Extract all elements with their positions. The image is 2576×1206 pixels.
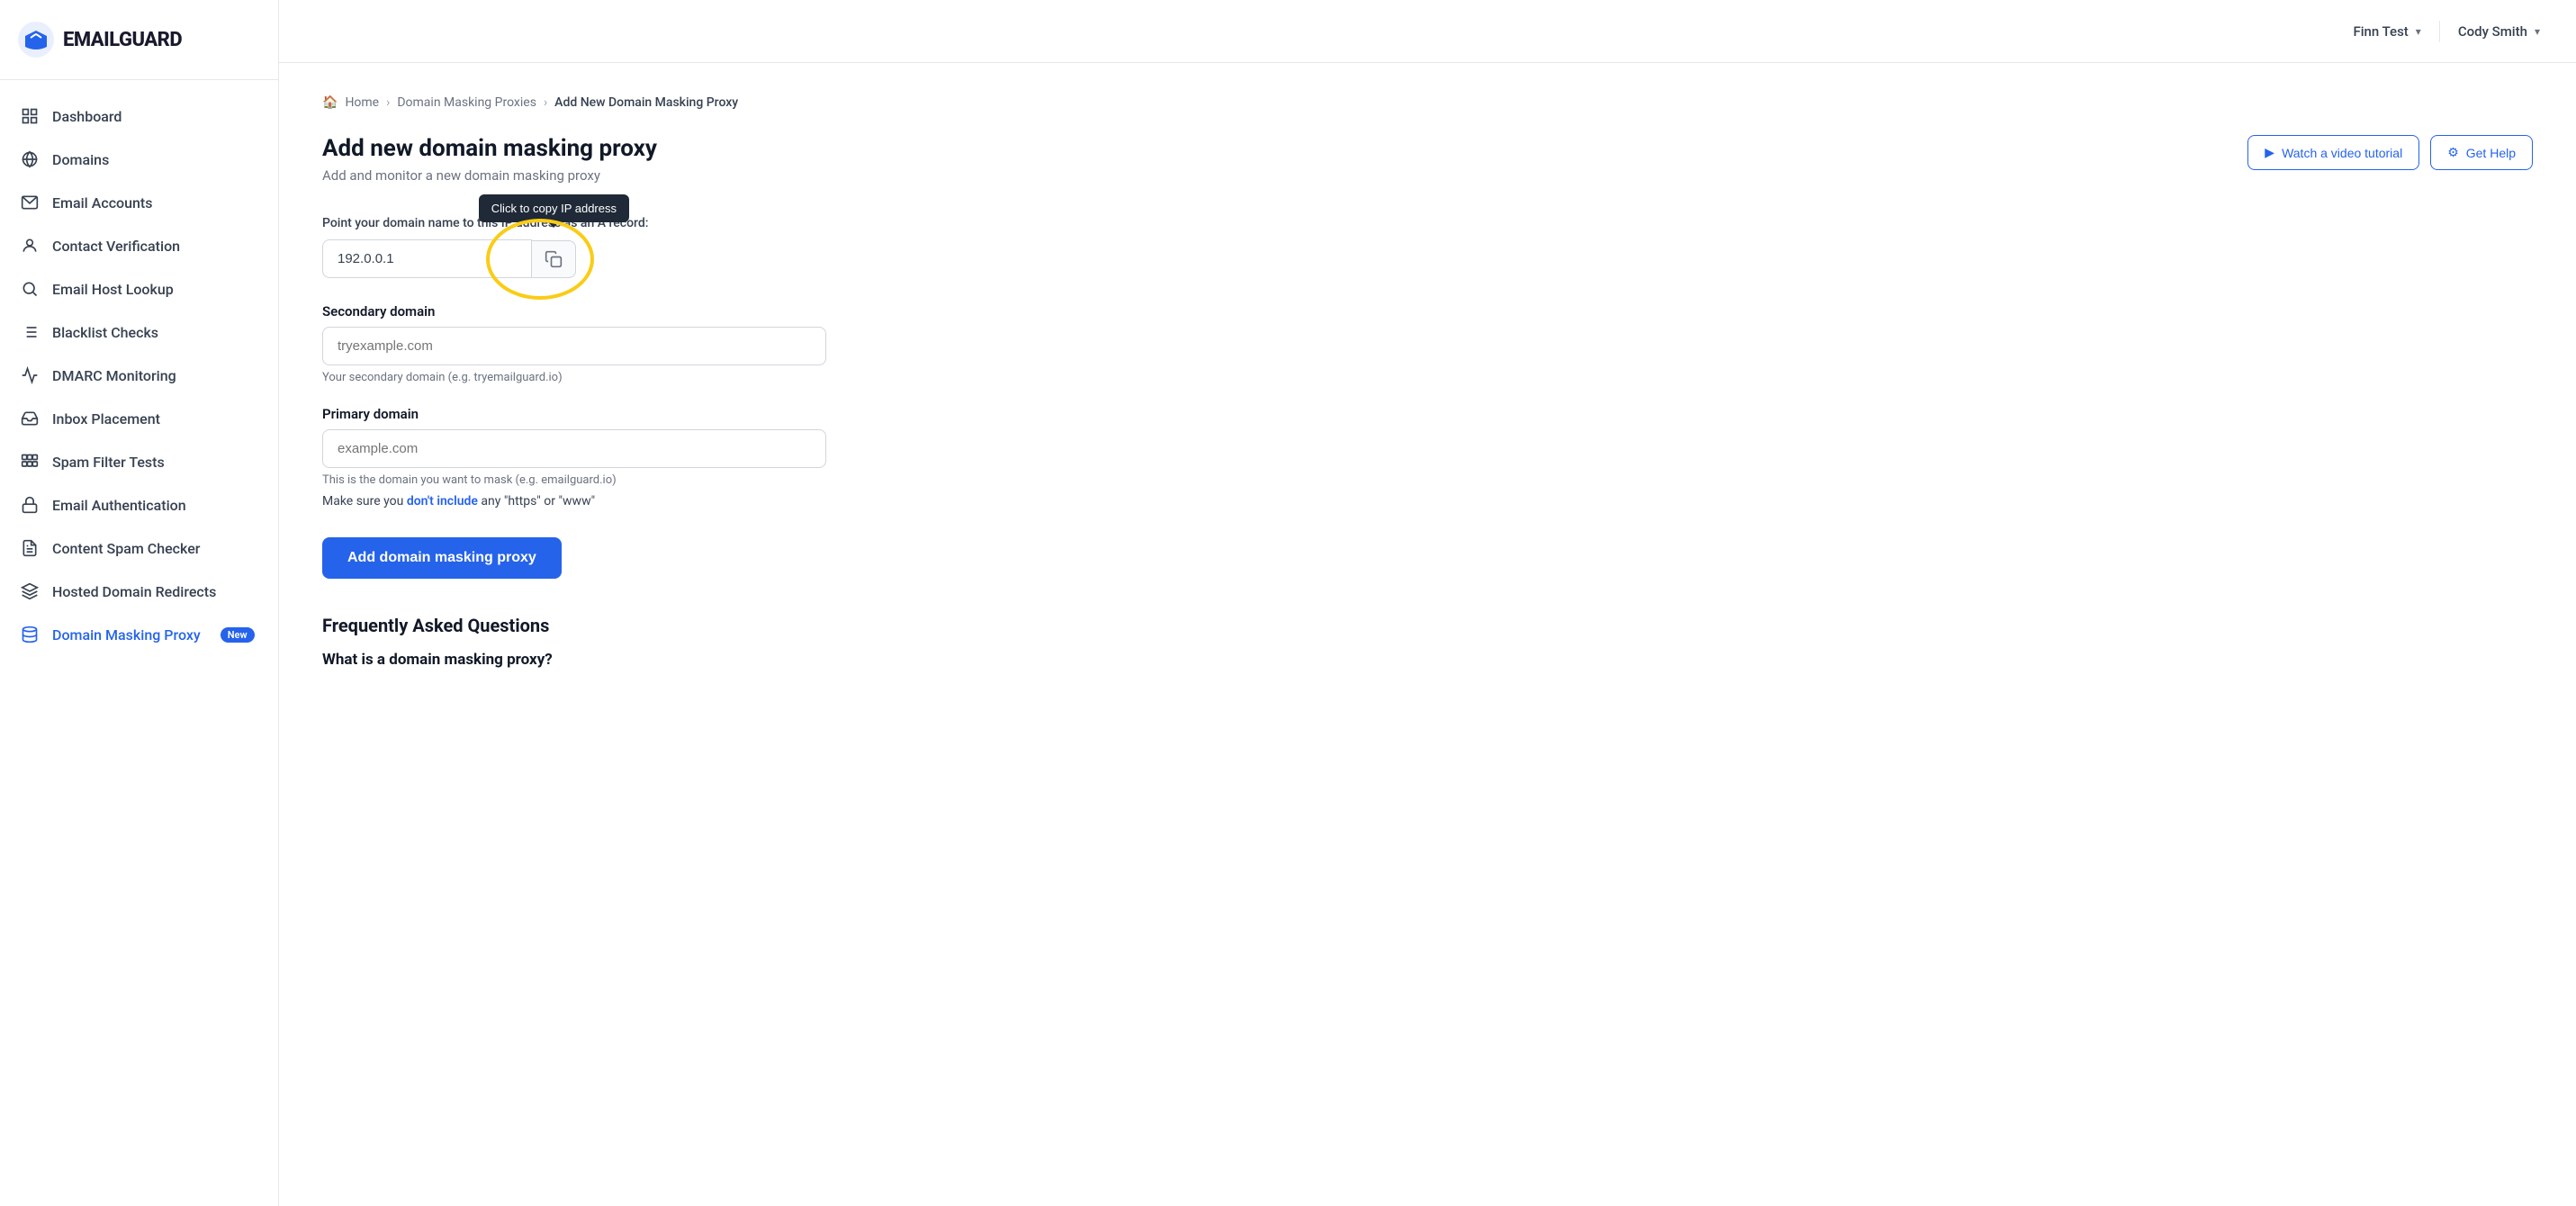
- sidebar-item-label: Contact Verification: [52, 238, 180, 255]
- file-icon: [20, 538, 40, 558]
- get-help-label: Get Help: [2466, 146, 2516, 160]
- breadcrumb-current: Add New Domain Masking Proxy: [554, 95, 738, 110]
- copy-ip-button[interactable]: Click to copy IP address: [532, 240, 576, 278]
- sidebar-item-label: DMARC Monitoring: [52, 367, 176, 384]
- sidebar-item-email-host-lookup[interactable]: Email Host Lookup: [0, 267, 278, 310]
- sidebar-item-dashboard[interactable]: Dashboard: [0, 94, 278, 138]
- primary-domain-input[interactable]: [322, 429, 826, 468]
- secondary-domain-label: Secondary domain: [322, 303, 952, 320]
- sidebar-item-label: Hosted Domain Redirects: [52, 583, 216, 600]
- sidebar-item-label: Email Accounts: [52, 194, 153, 212]
- breadcrumb-sep1: ›: [386, 95, 390, 110]
- home-icon: 🏠: [322, 95, 338, 110]
- sidebar-nav: Dashboard Domains Email Accounts Contact…: [0, 80, 278, 1206]
- primary-domain-label: Primary domain: [322, 406, 952, 422]
- breadcrumb: 🏠 Home › Domain Masking Proxies › Add Ne…: [322, 95, 2533, 110]
- sidebar-item-email-authentication[interactable]: Email Authentication: [0, 483, 278, 526]
- page-title: Add new domain masking proxy: [322, 135, 657, 162]
- new-badge: New: [221, 627, 255, 643]
- mail-icon: [20, 193, 40, 212]
- sidebar-item-dmarc-monitoring[interactable]: DMARC Monitoring: [0, 354, 278, 397]
- submit-label: Add domain masking proxy: [347, 550, 536, 565]
- sidebar-item-content-spam-checker[interactable]: Content Spam Checker: [0, 526, 278, 570]
- sidebar-item-hosted-domain-redirects[interactable]: Hosted Domain Redirects: [0, 570, 278, 613]
- sidebar-item-label: Email Host Lookup: [52, 281, 174, 298]
- user2-chevron-icon: ▾: [2535, 25, 2540, 38]
- sidebar-item-label: Domain Masking Proxy: [52, 626, 201, 644]
- secondary-domain-hint: Your secondary domain (e.g. tryemailguar…: [322, 371, 952, 384]
- ip-input-wrapper: Click to copy IP address: [322, 239, 576, 278]
- help-icon: ⚙: [2447, 145, 2459, 160]
- lock-icon: [20, 495, 40, 515]
- clipboard-icon: [545, 250, 563, 268]
- form-section: Point your domain name to this IP addres…: [322, 216, 952, 669]
- ip-row: Point your domain name to this IP addres…: [322, 216, 952, 278]
- user1-name: Finn Test: [2353, 23, 2408, 40]
- sidebar-item-domains[interactable]: Domains: [0, 138, 278, 181]
- user-icon: [20, 236, 40, 256]
- user2-selector[interactable]: Cody Smith ▾: [2458, 23, 2540, 40]
- activity-icon: [20, 365, 40, 385]
- logo-area: EMAILGUARD: [0, 0, 278, 80]
- get-help-button[interactable]: ⚙ Get Help: [2430, 135, 2533, 170]
- sidebar-item-contact-verification[interactable]: Contact Verification: [0, 224, 278, 267]
- inbox-icon: [20, 409, 40, 428]
- primary-domain-group: Primary domain This is the domain you wa…: [322, 406, 952, 508]
- main-content: Finn Test ▾ Cody Smith ▾ 🏠 Home › Domain…: [279, 0, 2576, 1206]
- logo-text: EMAILGUARD: [63, 29, 182, 51]
- database-icon: [20, 625, 40, 644]
- filter-icon: [20, 452, 40, 472]
- page-header: Add new domain masking proxy Add and mon…: [322, 135, 2533, 184]
- emailguard-logo-icon: [18, 22, 54, 58]
- list-icon: [20, 322, 40, 342]
- warning-bold: don't include: [407, 494, 478, 508]
- search-icon: [20, 279, 40, 299]
- globe-icon: [20, 149, 40, 169]
- sidebar-item-label: Blacklist Checks: [52, 324, 158, 341]
- sidebar-item-label: Content Spam Checker: [52, 540, 200, 557]
- page-title-block: Add new domain masking proxy Add and mon…: [322, 135, 657, 184]
- watch-video-label: Watch a video tutorial: [2282, 146, 2402, 160]
- sidebar-item-domain-masking-proxy[interactable]: Domain Masking Proxy New: [0, 613, 278, 656]
- page-actions: ▶ Watch a video tutorial ⚙ Get Help: [2247, 135, 2533, 170]
- breadcrumb-home[interactable]: Home: [345, 95, 379, 110]
- sidebar-item-spam-filter-tests[interactable]: Spam Filter Tests: [0, 440, 278, 483]
- ip-label: Point your domain name to this IP addres…: [322, 216, 952, 230]
- header-divider: [2439, 21, 2440, 42]
- sidebar-item-label: Domains: [52, 151, 109, 168]
- secondary-domain-input[interactable]: [322, 327, 826, 365]
- page-content: 🏠 Home › Domain Masking Proxies › Add Ne…: [279, 63, 2576, 1206]
- layers-icon: [20, 581, 40, 601]
- breadcrumb-sep2: ›: [544, 95, 547, 110]
- warning-text: Make sure you don't include any "https" …: [322, 494, 952, 508]
- user2-name: Cody Smith: [2458, 23, 2527, 40]
- breadcrumb-parent[interactable]: Domain Masking Proxies: [397, 95, 536, 110]
- primary-domain-hint: This is the domain you want to mask (e.g…: [322, 473, 952, 487]
- faq-title: Frequently Asked Questions: [322, 615, 952, 636]
- page-subtitle: Add and monitor a new domain masking pro…: [322, 167, 657, 184]
- header: Finn Test ▾ Cody Smith ▾: [279, 0, 2576, 63]
- sidebar-item-label: Inbox Placement: [52, 410, 160, 428]
- grid-icon: [20, 106, 40, 126]
- faq-question-1: What is a domain masking proxy?: [322, 651, 952, 669]
- watch-video-button[interactable]: ▶ Watch a video tutorial: [2247, 135, 2419, 170]
- sidebar-item-label: Dashboard: [52, 108, 122, 125]
- sidebar: EMAILGUARD Dashboard Domains Email Accou…: [0, 0, 279, 1206]
- ip-address-field[interactable]: [322, 239, 532, 278]
- secondary-domain-group: Secondary domain Your secondary domain (…: [322, 303, 952, 384]
- sidebar-item-label: Email Authentication: [52, 497, 186, 514]
- user1-chevron-icon: ▾: [2416, 25, 2421, 38]
- user1-selector[interactable]: Finn Test ▾: [2353, 23, 2420, 40]
- sidebar-item-email-accounts[interactable]: Email Accounts: [0, 181, 278, 224]
- submit-button[interactable]: Add domain masking proxy: [322, 537, 562, 579]
- video-icon: ▶: [2265, 145, 2274, 160]
- sidebar-item-inbox-placement[interactable]: Inbox Placement: [0, 397, 278, 440]
- sidebar-item-label: Spam Filter Tests: [52, 454, 165, 471]
- sidebar-item-blacklist-checks[interactable]: Blacklist Checks: [0, 310, 278, 354]
